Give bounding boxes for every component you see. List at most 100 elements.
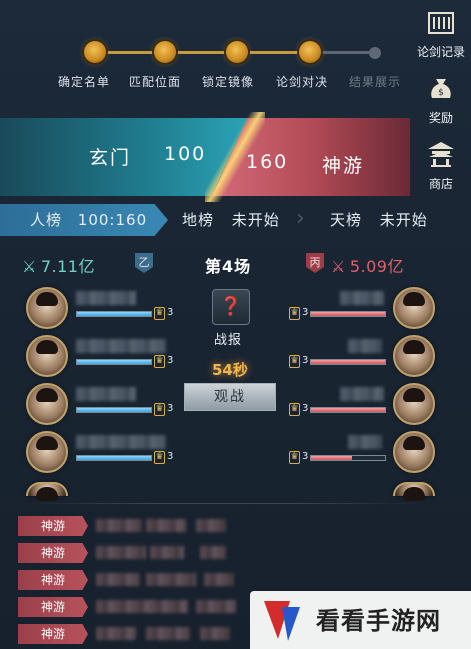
star-count: 3 [167,403,174,414]
log-text-blurred [204,573,234,586]
hp-bar [310,359,386,365]
step-label-3: 锁定镜像 [202,75,255,89]
record-button[interactable]: 论剑记录 [415,10,467,60]
sword-icon: ⚔ [331,257,346,276]
hp-bar [310,311,386,317]
avatar [26,383,68,425]
pavilion-icon [415,140,467,173]
log-text-blurred [96,627,136,640]
right-team-name: 神游 [322,155,365,177]
player-name-blurred [340,387,384,401]
star-icon: ♛ [154,403,165,416]
star-icon: ♛ [289,451,300,464]
log-row: 神游 [18,516,258,536]
log-text-blurred [200,546,226,559]
log-text-blurred [150,546,184,559]
star-icon: ♛ [289,355,300,368]
shop-button[interactable]: 商店 [415,140,467,192]
log-text-blurred [150,600,188,613]
tab-status: 未开始 [231,211,280,229]
star-icon: ♛ [154,307,165,320]
player-name-blurred [340,291,384,305]
log-text-blurred [96,519,142,532]
watermark: 看看手游网 [250,591,471,649]
left-team-name: 玄门 [89,147,132,169]
star-icon: ♛ [289,307,300,320]
log-row: 神游 [18,543,258,563]
left-group-badge: 乙 [135,253,153,273]
player-name-blurred [348,339,382,353]
hp-bar [76,407,152,413]
tab-status: 未开始 [379,211,428,229]
log-row: 神游 [18,624,258,644]
log-text-blurred [196,519,226,532]
reward-button[interactable]: $ 奖励 [415,76,467,126]
step-label-1: 确定名单 [58,75,111,89]
reward-label: 奖励 [428,111,453,125]
tab-name: 天榜 [330,211,363,229]
watermark-logo-icon [264,601,300,641]
avatar [393,431,435,473]
avatar [393,482,435,501]
left-power: ⚔ 7.11亿 [22,253,95,277]
spectate-button[interactable]: 观战 [184,383,276,411]
star-count: 3 [302,355,309,366]
right-player-4[interactable]: ♛ 3 [280,431,440,475]
step-label-4: 论剑对决 [276,75,329,89]
tab-name: 地榜 [182,211,215,229]
log-text-blurred [96,546,146,559]
right-power-value: 5.09亿 [349,257,404,276]
avatar [393,383,435,425]
shop-label: 商店 [428,177,453,191]
tab-name: 人榜 [30,211,63,229]
right-group-badge: 丙 [306,253,324,273]
divider [24,503,424,504]
player-name-blurred [76,339,166,353]
battle-report-label: 战报 [214,333,243,348]
log-text-blurred [146,627,190,640]
step-label-5: 结果展示 [349,75,402,89]
tab-status: 100:160 [77,211,148,229]
right-player-3[interactable]: ♛ 3 [280,383,440,427]
countdown-timer: 54秒 [212,361,248,379]
chevron-right-icon: › [296,206,305,231]
step-dot-5 [369,47,381,59]
record-label: 论剑记录 [416,45,465,59]
left-player-2[interactable]: ♛ 3 [0,335,200,379]
hp-bar [76,455,152,461]
log-row: 神游 [18,597,258,617]
star-count: 3 [302,307,309,318]
star-count: 3 [302,403,309,414]
tab-tian-bang[interactable]: 天榜 未开始 [330,204,428,236]
hp-bar [76,359,152,365]
star-icon: ♛ [154,451,165,464]
left-team-score: 100 [164,143,207,165]
right-player-1[interactable]: ♛ 3 [280,287,440,331]
money-bag-icon: $ [415,76,467,107]
star-count: 3 [167,307,174,318]
left-player-1[interactable]: ♛ 3 [0,287,200,331]
step-dot-4 [299,41,321,63]
step-dot-2 [154,41,176,63]
left-player-4[interactable]: ♛ 3 [0,431,200,475]
log-text-blurred [96,600,152,613]
hp-bar [310,407,386,413]
round-title: 第4场 [205,257,252,276]
tab-di-bang[interactable]: 地榜 未开始 [182,204,280,236]
svg-text:$: $ [438,88,444,98]
log-row: 神游 [18,570,258,590]
star-icon: ♛ [289,403,300,416]
log-text-blurred [196,600,236,613]
player-name-blurred [76,291,136,305]
step-dot-3 [226,41,248,63]
right-player-2[interactable]: ♛ 3 [280,335,440,379]
battle-report-button[interactable]: ❓ [212,289,250,325]
log-team-tag: 神游 [18,570,88,590]
right-power: ⚔ 5.09亿 [331,253,404,277]
avatar [393,287,435,329]
left-player-3[interactable]: ♛ 3 [0,383,200,427]
tab-ren-bang[interactable]: 人榜 100:160 [0,204,168,236]
left-power-value: 7.11亿 [40,257,95,276]
log-team-tag: 神游 [18,597,88,617]
report-scroll-icon: ❓ [219,296,243,317]
